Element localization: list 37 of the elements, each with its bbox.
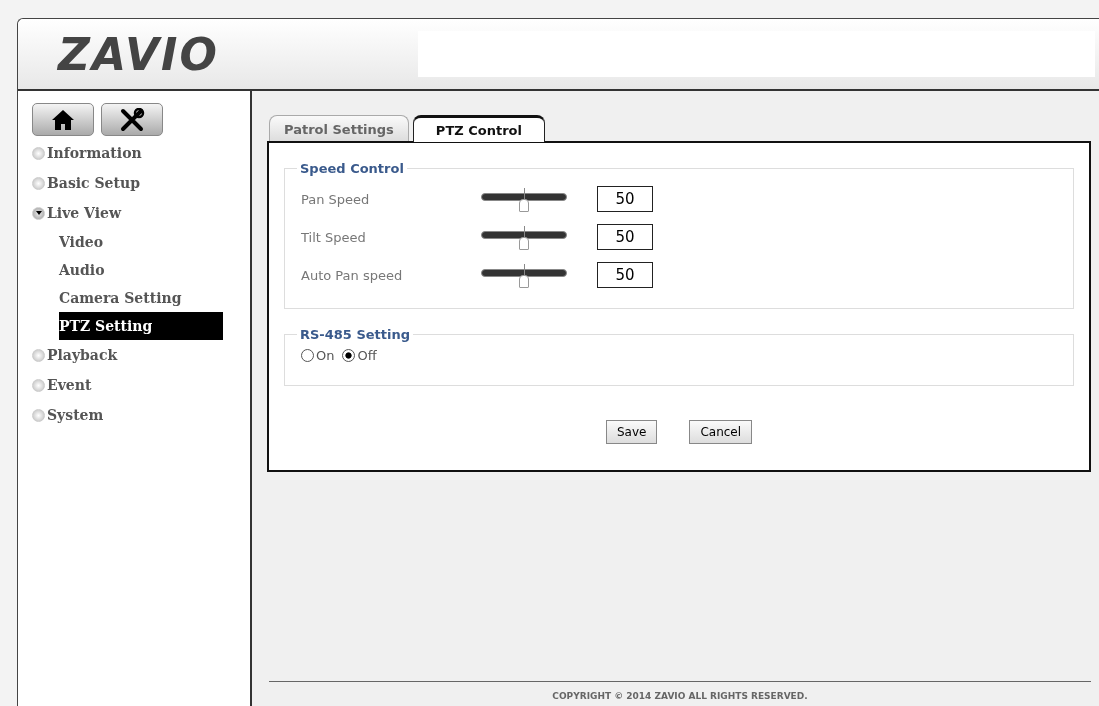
slider-thumb[interactable] xyxy=(519,199,529,212)
copyright-text: COPYRIGHT © 2014 ZAVIO ALL RIGHTS RESERVED. xyxy=(269,681,1091,706)
action-button[interactable]: Cancel xyxy=(689,420,753,444)
field-label: Pan Speed xyxy=(301,191,371,207)
nav-item[interactable]: Playback xyxy=(32,340,118,370)
nav-subitem[interactable]: Video xyxy=(59,228,223,256)
logo: ZAVIO xyxy=(58,28,220,80)
radio-button[interactable] xyxy=(342,349,356,362)
field-label: Auto Pan speed xyxy=(301,267,404,283)
nav-item[interactable]: Live View xyxy=(32,198,121,228)
home-icon xyxy=(51,108,75,131)
speed-slider[interactable] xyxy=(481,261,567,289)
home-button[interactable] xyxy=(32,103,94,136)
slider-thumb[interactable] xyxy=(519,275,529,288)
field-label: Tilt Speed xyxy=(301,229,367,245)
nav-subitem[interactable]: PTZ Setting xyxy=(59,312,223,340)
nav-item[interactable]: System xyxy=(32,400,104,430)
speed-input[interactable]: 50 xyxy=(597,224,653,250)
group-title: Speed Control xyxy=(299,161,405,176)
speed-input[interactable]: 50 xyxy=(597,186,653,212)
tab[interactable]: Patrol Settings xyxy=(269,115,409,141)
nav-subitem[interactable]: Camera Setting xyxy=(59,284,223,312)
nav-item[interactable]: Event xyxy=(32,370,92,400)
slider-thumb[interactable] xyxy=(519,237,529,250)
speed-slider[interactable] xyxy=(481,223,567,251)
speed-input[interactable]: 50 xyxy=(597,262,653,288)
nav-item[interactable]: Information xyxy=(32,138,142,168)
nav-subitem[interactable]: Audio xyxy=(59,256,223,284)
tab[interactable]: PTZ Control xyxy=(412,115,545,142)
nav-item[interactable]: Basic Setup xyxy=(32,168,140,198)
radio-label: Off xyxy=(357,348,377,363)
speed-slider[interactable] xyxy=(481,185,567,213)
radio-label: On xyxy=(316,348,335,363)
settings-button[interactable] xyxy=(101,103,163,136)
tools-icon xyxy=(119,107,145,132)
group-title: RS-485 Setting xyxy=(299,327,412,342)
action-button[interactable]: Save xyxy=(605,420,658,444)
